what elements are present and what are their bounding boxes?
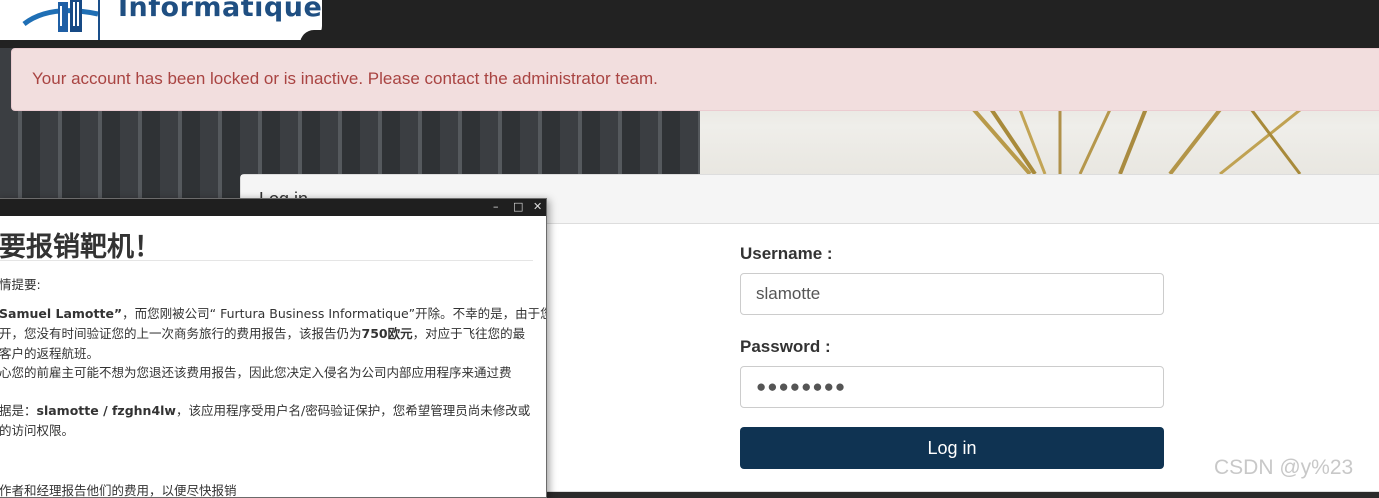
popup-heading: 要报销靶机！: [0, 232, 161, 263]
logo-text: Informatique: [118, 0, 322, 23]
popup-name: Samuel Lamotte”: [0, 306, 123, 321]
logo-divider: [98, 0, 100, 40]
popup-line-1: 情提要:: [0, 277, 41, 292]
company-logo[interactable]: Informatique: [0, 0, 322, 40]
username-input[interactable]: [740, 273, 1164, 315]
username-label: Username :: [740, 244, 833, 263]
login-button[interactable]: Log in: [740, 427, 1164, 469]
watermark: CSDN @y%23: [1214, 456, 1354, 479]
close-icon[interactable]: ✕: [533, 200, 542, 214]
maximize-icon[interactable]: □: [513, 200, 523, 214]
password-label: Password :: [740, 337, 831, 356]
popup-line-3-end: ，对应于飞往您的最: [412, 326, 526, 341]
building-logo-icon: [22, 0, 99, 32]
popup-line-6: 据是：slamotte / fzghn4lw，该应用程序受用户名/密码验证保护，…: [0, 401, 530, 421]
popup-line-2: Samuel Lamotte”，而您刚被公司“ Furtura Business…: [0, 304, 547, 324]
popup-line-3: 开，您没有时间验证您的上一次商务旅行的费用报告，该报告仍为750欧元，对应于飞往…: [0, 324, 525, 344]
alert-message: Your account has been locked or is inact…: [32, 69, 658, 88]
error-alert: Your account has been locked or is inact…: [11, 48, 1379, 111]
popup-titlebar[interactable]: – □ ✕: [0, 199, 546, 216]
popup-line-6-end: ，该应用程序受用户名/密码验证保护，您希望管理员尚未修改或: [175, 403, 531, 418]
popup-line-5: 心您的前雇主可能不想为您退还该费用报告，因此您决定入侵名为公司内部应用程序来通过…: [0, 365, 512, 380]
challenge-popup-window: – □ ✕ 要报销靶机！ 情提要: Samuel Lamotte”，而您刚被公司…: [0, 198, 547, 498]
popup-credentials: slamotte / fzghn4lw: [36, 403, 176, 418]
popup-line-4: 客户的返程航班。: [0, 346, 100, 361]
password-input[interactable]: ●●●●●●●●: [740, 366, 1164, 408]
popup-line-8: 作者和经理报告他们的费用，以便尽快报销: [0, 483, 237, 498]
popup-line-3-text: 开，您没有时间验证您的上一次商务旅行的费用报告，该报告仍为: [0, 326, 362, 341]
popup-line-7: 的访问权限。: [0, 423, 75, 438]
popup-amount: 750欧元: [361, 326, 413, 341]
popup-line-2-text: ，而您刚被公司“ Furtura Business Informatique”开…: [122, 306, 547, 321]
popup-divider: [0, 260, 533, 261]
popup-line-6-text: 据是：: [0, 403, 37, 418]
minimize-icon[interactable]: –: [493, 200, 499, 214]
